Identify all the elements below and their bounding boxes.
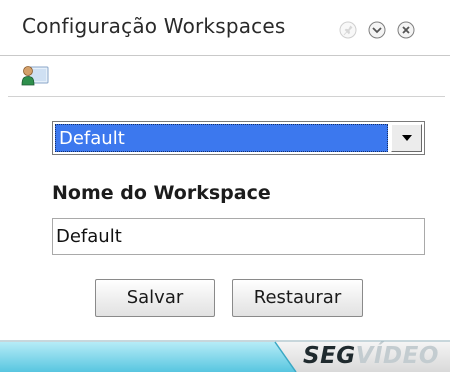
workspace-select-value: Default (55, 124, 388, 152)
save-button[interactable]: Salvar (95, 279, 215, 317)
window-title: Configuração Workspaces (22, 14, 286, 38)
close-icon[interactable] (397, 21, 415, 39)
workspace-select[interactable]: Default (52, 121, 425, 155)
toolbar (0, 56, 450, 94)
title-bar: Configuração Workspaces (0, 0, 450, 56)
workspace-name-label: Nome do Workspace (52, 182, 271, 204)
toolbar-divider (8, 96, 445, 97)
segvideo-logo: SEGVÍDEO (303, 342, 439, 370)
pin-icon[interactable] (339, 21, 357, 39)
logo-text-video: VÍDEO (355, 343, 439, 369)
logo-text-seg: SEG (303, 343, 356, 369)
workspace-config-window: Configuração Workspaces Default Nome do … (0, 0, 450, 372)
triangle-down-icon (402, 135, 412, 141)
restore-button[interactable]: Restaurar (232, 279, 363, 317)
chevron-down-icon[interactable] (368, 21, 386, 39)
select-dropdown-button[interactable] (391, 124, 422, 152)
user-icon[interactable] (20, 64, 50, 86)
workspace-name-input[interactable] (52, 218, 425, 255)
